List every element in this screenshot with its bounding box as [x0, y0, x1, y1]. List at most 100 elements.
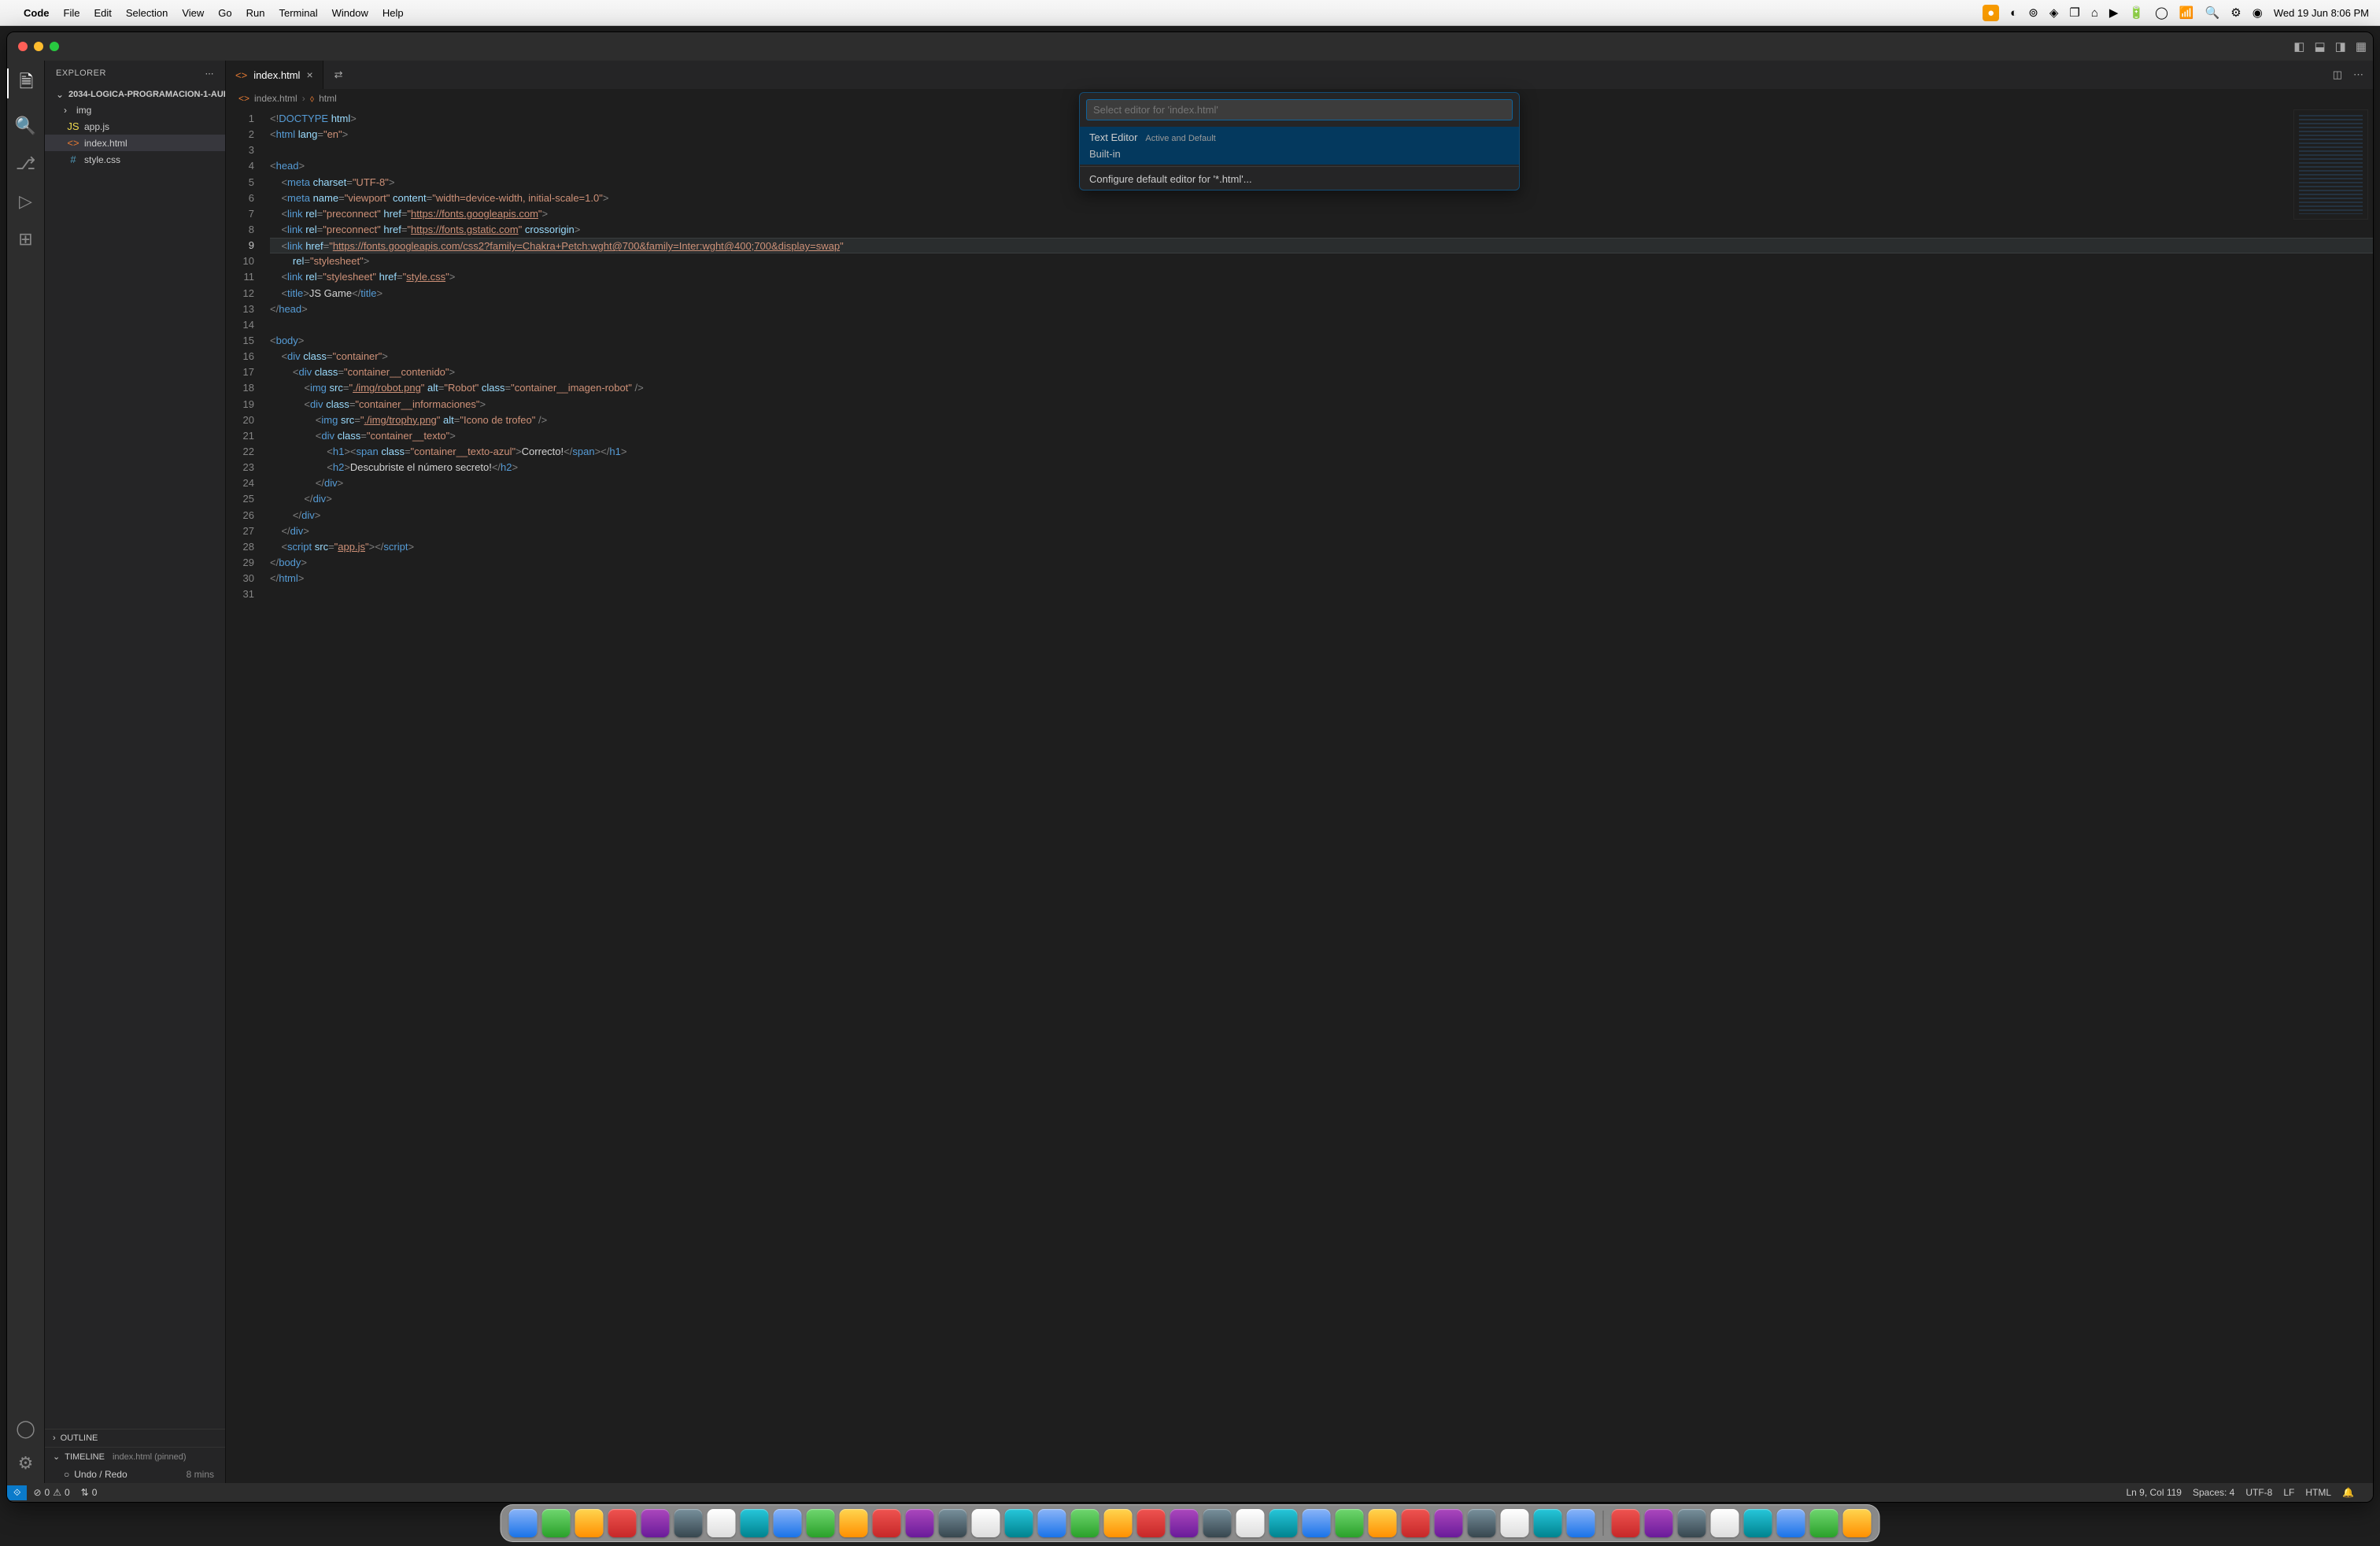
dock-app[interactable] — [906, 1509, 934, 1537]
toggle-panel-bottom-icon[interactable]: ⬓ — [2314, 39, 2325, 54]
breadcrumb-file[interactable]: index.html — [254, 93, 298, 104]
dock-app[interactable] — [575, 1509, 604, 1537]
timeline-entry[interactable]: ○Undo / Redo 8 mins — [45, 1466, 225, 1483]
search-icon[interactable]: 🔍 — [2205, 6, 2220, 20]
dock-app[interactable] — [1269, 1509, 1298, 1537]
activity-explorer-icon[interactable]: 🗎 — [7, 68, 44, 98]
menu-window[interactable]: Window — [332, 7, 368, 19]
dock-app[interactable] — [509, 1509, 538, 1537]
dock-app[interactable] — [1678, 1509, 1706, 1537]
status-notifications-icon[interactable]: 🔔 — [2342, 1487, 2354, 1498]
dock-app[interactable] — [741, 1509, 769, 1537]
siri-icon[interactable]: ◉ — [2252, 6, 2263, 20]
dock-app[interactable] — [1402, 1509, 1430, 1537]
minimize-window-button[interactable] — [34, 42, 43, 51]
status-icon-2[interactable]: ⊚ — [2028, 6, 2038, 20]
toggle-panel-left-icon[interactable]: ◧ — [2293, 39, 2304, 54]
menu-edit[interactable]: Edit — [94, 7, 111, 19]
dock-app[interactable] — [1612, 1509, 1640, 1537]
mic-icon[interactable]: ● — [1983, 5, 1999, 21]
menubar-clock[interactable]: Wed 19 Jun 8:06 PM — [2274, 7, 2369, 19]
quick-open-item-builtin[interactable]: Built-in — [1080, 148, 1519, 165]
dock-app[interactable] — [939, 1509, 967, 1537]
dock-app[interactable] — [542, 1509, 571, 1537]
compare-icon[interactable]: ⇄ — [334, 68, 343, 81]
dock-app[interactable] — [1843, 1509, 1872, 1537]
activity-account-icon[interactable]: ◯ — [16, 1418, 35, 1439]
close-window-button[interactable] — [18, 42, 28, 51]
dock-app[interactable] — [1104, 1509, 1133, 1537]
dock-app[interactable] — [873, 1509, 901, 1537]
dock-app[interactable] — [1567, 1509, 1595, 1537]
maximize-window-button[interactable] — [50, 42, 59, 51]
file-app-js[interactable]: JS app.js — [45, 118, 225, 135]
dock-app[interactable] — [1137, 1509, 1166, 1537]
status-language[interactable]: HTML — [2305, 1487, 2331, 1498]
dock-app[interactable] — [1744, 1509, 1772, 1537]
explorer-more-icon[interactable]: ⋯ — [205, 68, 215, 79]
dock-app[interactable] — [1435, 1509, 1463, 1537]
close-tab-icon[interactable]: × — [306, 68, 312, 81]
dock-app[interactable] — [1501, 1509, 1529, 1537]
split-editor-icon[interactable]: ◫ — [2333, 68, 2342, 81]
dock-app[interactable] — [1236, 1509, 1265, 1537]
app-name[interactable]: Code — [24, 7, 50, 19]
dock-app[interactable] — [840, 1509, 868, 1537]
activity-settings-icon[interactable]: ⚙ — [18, 1453, 34, 1474]
code-content[interactable]: <!DOCTYPE html><html lang="en"><head> <m… — [264, 108, 2373, 1483]
status-icon-3[interactable]: ◈ — [2049, 6, 2059, 20]
breadcrumb-symbol[interactable]: html — [319, 93, 337, 104]
menu-file[interactable]: File — [64, 7, 80, 19]
activity-extensions-icon[interactable]: ⊞ — [18, 229, 32, 250]
dock-app[interactable] — [1777, 1509, 1805, 1537]
dock-app[interactable] — [608, 1509, 637, 1537]
project-root[interactable]: ⌄ 2034-LOGICA-PROGRAMACION-1-AULA1 — [45, 87, 225, 102]
dock-app[interactable] — [774, 1509, 802, 1537]
wifi-icon[interactable]: 📶 — [2179, 6, 2194, 20]
outline-section[interactable]: › OUTLINE — [45, 1429, 225, 1447]
menu-go[interactable]: Go — [218, 7, 231, 19]
status-icon-1[interactable]: ◐ — [2010, 6, 2017, 20]
toggle-panel-right-icon[interactable]: ◨ — [2335, 39, 2346, 54]
status-indentation[interactable]: Spaces: 4 — [2193, 1487, 2234, 1498]
menu-help[interactable]: Help — [382, 7, 404, 19]
tab-index-html[interactable]: <> index.html × — [226, 61, 323, 89]
user-icon[interactable]: ◯ — [2155, 6, 2168, 20]
menu-selection[interactable]: Selection — [126, 7, 168, 19]
status-icon-5[interactable]: ⌂ — [2091, 6, 2098, 20]
dock-app[interactable] — [641, 1509, 670, 1537]
quick-open-configure[interactable]: Configure default editor for '*.html'... — [1080, 168, 1519, 190]
dock-app[interactable] — [972, 1509, 1000, 1537]
timeline-section[interactable]: ⌄ TIMELINE index.html (pinned) — [45, 1447, 225, 1466]
status-cursor-position[interactable]: Ln 9, Col 119 — [2126, 1487, 2182, 1498]
file-index-html[interactable]: <> index.html — [45, 135, 225, 151]
dock-app[interactable] — [1038, 1509, 1066, 1537]
customize-layout-icon[interactable]: ▦ — [2356, 39, 2367, 54]
activity-source-control-icon[interactable]: ⎇ — [16, 153, 35, 174]
dock-app[interactable] — [1336, 1509, 1364, 1537]
more-actions-icon[interactable]: ⋯ — [2353, 68, 2363, 81]
folder-img[interactable]: › img — [45, 102, 225, 118]
dock-app[interactable] — [1303, 1509, 1331, 1537]
status-encoding[interactable]: UTF-8 — [2245, 1487, 2272, 1498]
dock-app[interactable] — [674, 1509, 703, 1537]
code-editor[interactable]: 1234567891011121314151617181920212223242… — [226, 108, 2373, 1483]
activity-run-debug-icon[interactable]: ▷ — [19, 191, 32, 212]
minimap[interactable] — [2293, 109, 2368, 220]
remote-indicator[interactable]: ⟐ — [7, 1485, 27, 1500]
dock-app[interactable] — [1468, 1509, 1496, 1537]
quick-open-input[interactable] — [1086, 99, 1513, 120]
quick-open-item-text-editor[interactable]: Text Editor Active and Default — [1080, 127, 1519, 148]
dock-app[interactable] — [1170, 1509, 1199, 1537]
status-eol[interactable]: LF — [2283, 1487, 2294, 1498]
menu-run[interactable]: Run — [246, 7, 265, 19]
file-style-css[interactable]: # style.css — [45, 151, 225, 168]
dock-app[interactable] — [1534, 1509, 1562, 1537]
status-icon-4[interactable]: ❐ — [2069, 6, 2079, 20]
dock-app[interactable] — [1071, 1509, 1099, 1537]
dock-app[interactable] — [1203, 1509, 1232, 1537]
dock-app[interactable] — [1005, 1509, 1033, 1537]
menu-view[interactable]: View — [182, 7, 204, 19]
menu-terminal[interactable]: Terminal — [279, 7, 318, 19]
status-problems[interactable]: ⊘0 ⚠0 — [33, 1487, 69, 1498]
